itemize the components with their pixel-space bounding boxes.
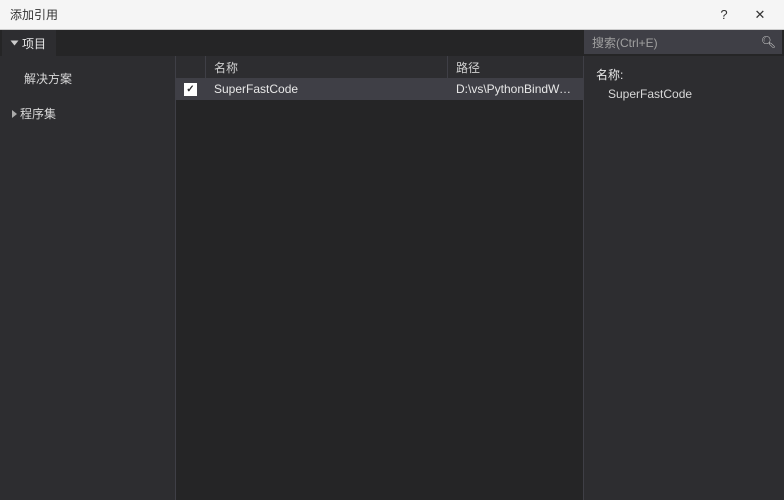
chevron-down-icon (11, 41, 19, 46)
detail-value: SuperFastCode (596, 87, 772, 101)
column-path[interactable]: 路径 (448, 56, 583, 78)
search-icon: 🔍︎ (761, 35, 776, 49)
close-button[interactable]: ✕ (742, 1, 778, 29)
sidebar-item-solution[interactable]: 解决方案 (0, 66, 175, 91)
titlebar: 添加引用 ? ✕ (0, 0, 784, 30)
table-header: 名称 路径 (176, 56, 583, 78)
row-path-cell: D:\vs\PythonBindWa... (448, 82, 583, 96)
row-name-cell: SuperFastCode (206, 82, 448, 96)
search-input[interactable]: 搜索(Ctrl+E) 🔍︎ (584, 30, 782, 54)
sidebar: 解决方案 程序集 (0, 56, 175, 500)
tab-projects[interactable]: 项目 (2, 30, 56, 56)
table-row[interactable]: ✓ SuperFastCode D:\vs\PythonBindWa... (176, 78, 583, 100)
help-button[interactable]: ? (706, 1, 742, 29)
window-title: 添加引用 (10, 6, 706, 23)
column-check[interactable] (176, 56, 206, 78)
reference-table: 名称 路径 ✓ SuperFastCode D:\vs\PythonBindWa… (175, 56, 584, 500)
checkbox-icon[interactable]: ✓ (184, 83, 197, 96)
detail-panel: 名称: SuperFastCode (584, 56, 784, 500)
tab-label: 项目 (22, 35, 46, 52)
chevron-right-icon (12, 110, 17, 118)
column-name[interactable]: 名称 (206, 56, 448, 78)
search-placeholder: 搜索(Ctrl+E) (592, 34, 761, 51)
row-check-cell[interactable]: ✓ (176, 83, 206, 96)
detail-label: 名称: (596, 66, 772, 83)
sidebar-item-assemblies[interactable]: 程序集 (0, 101, 175, 126)
